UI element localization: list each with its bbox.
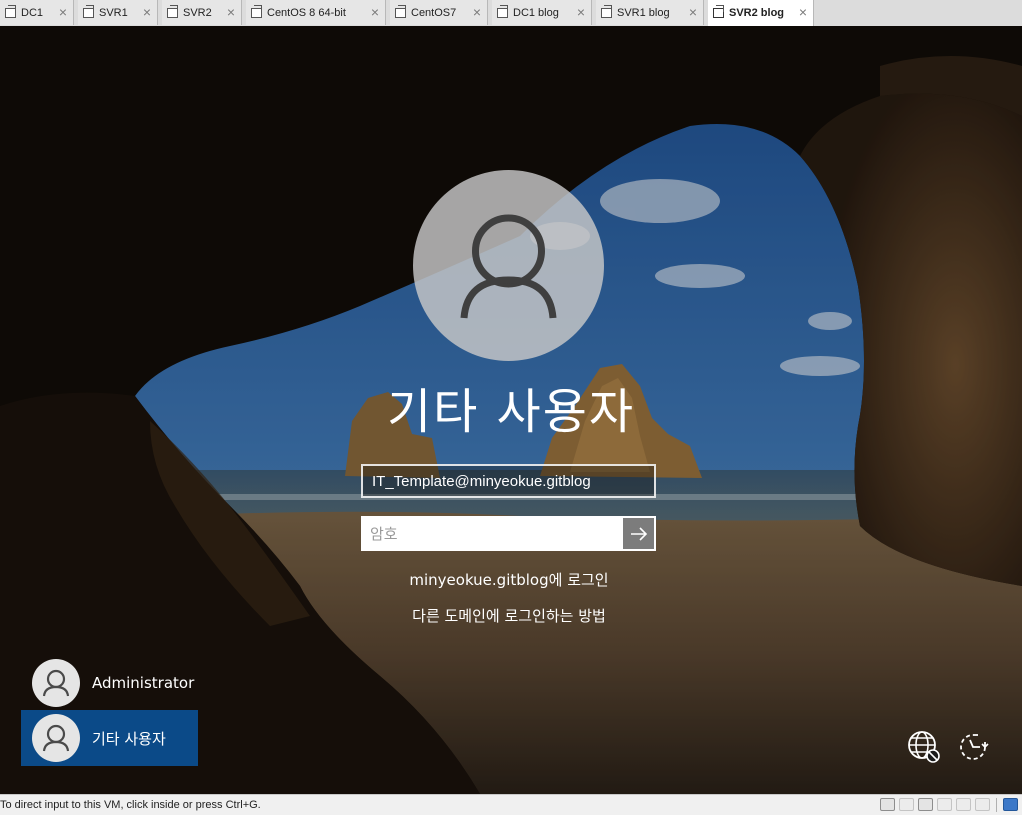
status-bar: To direct input to this VM, click inside…	[0, 794, 1022, 815]
vm-icon	[713, 5, 724, 18]
selected-user-name: 기타 사용자	[386, 384, 636, 440]
tab-label: CentOS 8 64-bit	[267, 6, 346, 19]
other-domain-link[interactable]: 다른 도메인에 로그인하는 방법	[0, 605, 1018, 626]
tab-label: SVR1 blog	[617, 6, 670, 19]
vm-icon	[83, 4, 94, 18]
tab-label: DC1	[21, 6, 44, 19]
vm-icon	[251, 4, 262, 18]
avatar	[32, 714, 80, 762]
tab-close-icon[interactable]: ×	[577, 4, 585, 20]
signin-domain-text: minyeokue.gitblog에 로그인	[409, 571, 609, 589]
tab-label: DC1 blog	[513, 6, 559, 19]
tab-close-icon[interactable]: ×	[143, 4, 151, 20]
submit-button[interactable]	[623, 518, 654, 549]
avatar	[32, 659, 80, 707]
tab-label: SVR2 blog	[729, 7, 785, 19]
divider	[996, 798, 997, 812]
sound-icon[interactable]	[956, 798, 971, 811]
status-text: To direct input to this VM, click inside…	[0, 799, 261, 811]
user-tile-label: Administrator	[92, 674, 195, 692]
tab-close-icon[interactable]: ×	[799, 4, 807, 20]
user-tile-other-user[interactable]: 기타 사용자	[21, 710, 198, 766]
tab-close-icon[interactable]: ×	[59, 4, 67, 20]
ease-of-access-icon[interactable]	[956, 730, 990, 764]
user-tile-label: 기타 사용자	[92, 729, 166, 748]
tab-svr2-blog[interactable]: SVR2 blog ×	[708, 0, 814, 26]
device-tray	[880, 798, 1018, 812]
user-icon	[42, 669, 70, 697]
network-adapter-icon[interactable]	[918, 798, 933, 811]
usb-icon[interactable]	[975, 798, 990, 811]
tab-centos7[interactable]: CentOS7 ×	[390, 0, 488, 25]
username-value: IT_Template@minyeokue.gitblog	[372, 472, 591, 490]
tab-centos8[interactable]: CentOS 8 64-bit ×	[246, 0, 386, 25]
user-icon	[42, 724, 70, 752]
user-avatar-large	[413, 170, 604, 361]
password-input[interactable]	[363, 518, 623, 549]
cd-dvd-icon[interactable]	[899, 798, 914, 811]
vm-screen[interactable]: 기타 사용자 IT_Template@minyeokue.gitblog min…	[0, 26, 1022, 794]
vm-icon	[395, 4, 406, 18]
tab-label: CentOS7	[411, 6, 457, 19]
message-log-icon[interactable]	[1003, 798, 1018, 811]
tab-close-icon[interactable]: ×	[689, 4, 697, 20]
hard-disk-icon[interactable]	[880, 798, 895, 811]
tab-label: SVR1	[99, 6, 128, 19]
tab-close-icon[interactable]: ×	[227, 4, 235, 20]
vm-icon	[601, 4, 612, 18]
tab-dc1[interactable]: DC1 ×	[0, 0, 74, 25]
tab-dc1-blog[interactable]: DC1 blog ×	[492, 0, 592, 25]
username-field[interactable]: IT_Template@minyeokue.gitblog	[361, 464, 656, 498]
tab-svr1[interactable]: SVR1 ×	[78, 0, 158, 25]
vm-icon	[5, 4, 16, 18]
user-icon	[460, 214, 557, 319]
password-field[interactable]	[361, 516, 656, 551]
tab-svr2[interactable]: SVR2 ×	[162, 0, 242, 25]
vm-icon	[167, 4, 178, 18]
tab-close-icon[interactable]: ×	[473, 4, 481, 20]
vm-icon	[497, 4, 508, 18]
tab-label: SVR2	[183, 6, 212, 19]
network-icon[interactable]	[907, 730, 941, 764]
vm-tab-bar: DC1 × SVR1 × SVR2 × CentOS 8 64-bit × Ce…	[0, 0, 1022, 27]
arrow-right-icon	[630, 526, 647, 541]
printer-icon[interactable]	[937, 798, 952, 811]
tab-svr1-blog[interactable]: SVR1 blog ×	[596, 0, 704, 25]
tab-close-icon[interactable]: ×	[371, 4, 379, 20]
user-tile-administrator[interactable]: Administrator	[21, 655, 198, 711]
